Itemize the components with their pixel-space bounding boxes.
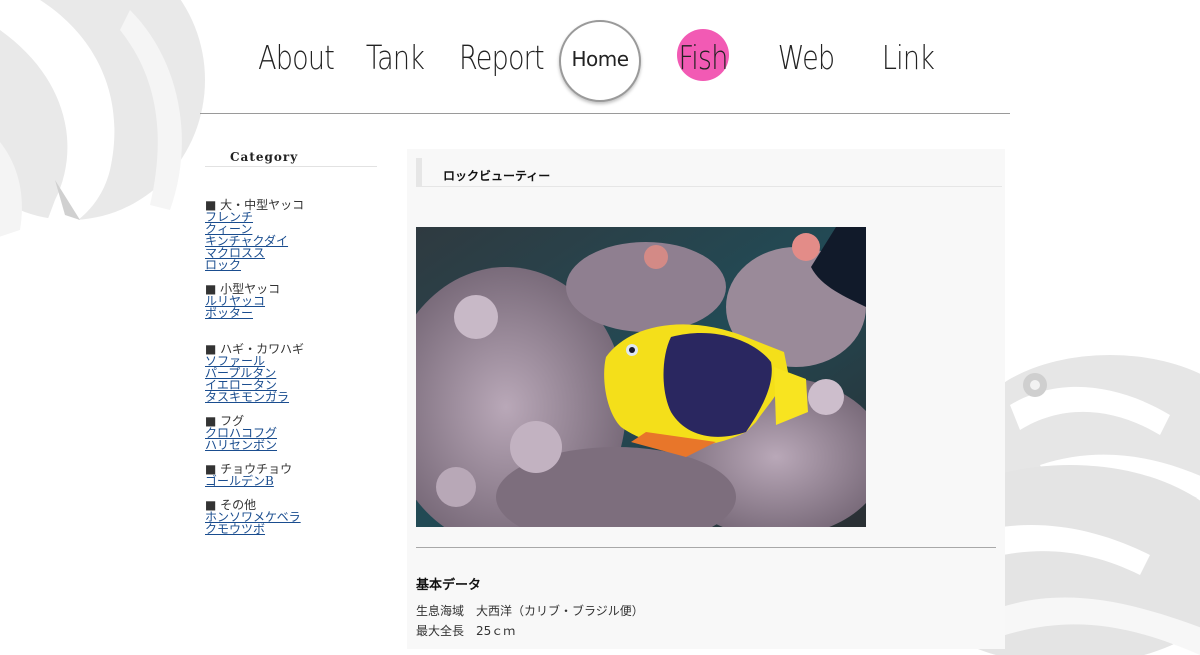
nav-web[interactable]: Web bbox=[761, 0, 851, 112]
category-group: ■ チョウチョウ ゴールデンB bbox=[205, 463, 377, 487]
category-sidebar: Category ■ 大・中型ヤッコ フレンチ クィーン キンチャクダイ マクロ… bbox=[205, 150, 377, 535]
nav-fish-label: Fish bbox=[678, 38, 728, 77]
category-group: ■ 小型ヤッコ ルリヤッコ ポッター bbox=[205, 283, 377, 319]
category-link[interactable]: タスキモンガラ bbox=[205, 391, 377, 403]
background-fish-illustration-right-top bbox=[980, 355, 1200, 515]
data-line-max-length: 最大全長 25ｃｍ bbox=[416, 624, 516, 638]
global-nav: About Tank Report Home Fish Web Link bbox=[200, 0, 1010, 114]
nav-home[interactable]: Home bbox=[555, 0, 645, 112]
nav-report[interactable]: Report bbox=[450, 0, 550, 112]
nav-tank[interactable]: Tank bbox=[350, 0, 440, 112]
basic-data-heading: 基本データ bbox=[416, 578, 482, 593]
nav-fish[interactable]: Fish bbox=[658, 0, 748, 112]
nav-divider bbox=[200, 113, 1010, 114]
background-fish-illustration-left bbox=[0, 0, 205, 240]
category-group: ■ フグ クロハコフグ ハリセンボン bbox=[205, 415, 377, 451]
category-group: ■ ハギ・カワハギ ソファール パープルタン イエロータン タスキモンガラ bbox=[205, 343, 377, 403]
article-title: ロックビューティー bbox=[443, 169, 551, 183]
nav-report-label: Report bbox=[459, 38, 545, 77]
data-line-habitat: 生息海域 大西洋（カリブ・ブラジル便） bbox=[416, 604, 644, 618]
nav-web-label: Web bbox=[777, 38, 835, 77]
nav-about[interactable]: About bbox=[250, 0, 340, 112]
nav-link[interactable]: Link bbox=[863, 0, 953, 112]
article-panel: ロックビューティー 基本データ 生息海域 大西洋（カリブ・ブラジル便） 最大全長… bbox=[407, 149, 1005, 649]
nav-tank-label: Tank bbox=[365, 38, 425, 77]
nav-home-label: Home bbox=[571, 47, 629, 71]
category-heading: Category bbox=[205, 150, 377, 167]
nav-link-label: Link bbox=[881, 38, 935, 77]
category-link[interactable]: ロック bbox=[205, 259, 377, 271]
category-group: ■ その他 ホンソワメケベラ クモウツボ bbox=[205, 499, 377, 535]
category-link[interactable]: ポッター bbox=[205, 307, 377, 319]
category-link[interactable]: ハリセンボン bbox=[205, 439, 377, 451]
nav-about-label: About bbox=[258, 38, 335, 77]
article-title-bar: ロックビューティー bbox=[416, 158, 1002, 187]
category-group: ■ 大・中型ヤッコ フレンチ クィーン キンチャクダイ マクロスス ロック bbox=[205, 199, 377, 271]
category-link[interactable]: ゴールデンB bbox=[205, 475, 377, 487]
category-link[interactable]: クモウツボ bbox=[205, 523, 377, 535]
section-divider bbox=[416, 547, 996, 548]
fish-photo bbox=[416, 227, 866, 527]
